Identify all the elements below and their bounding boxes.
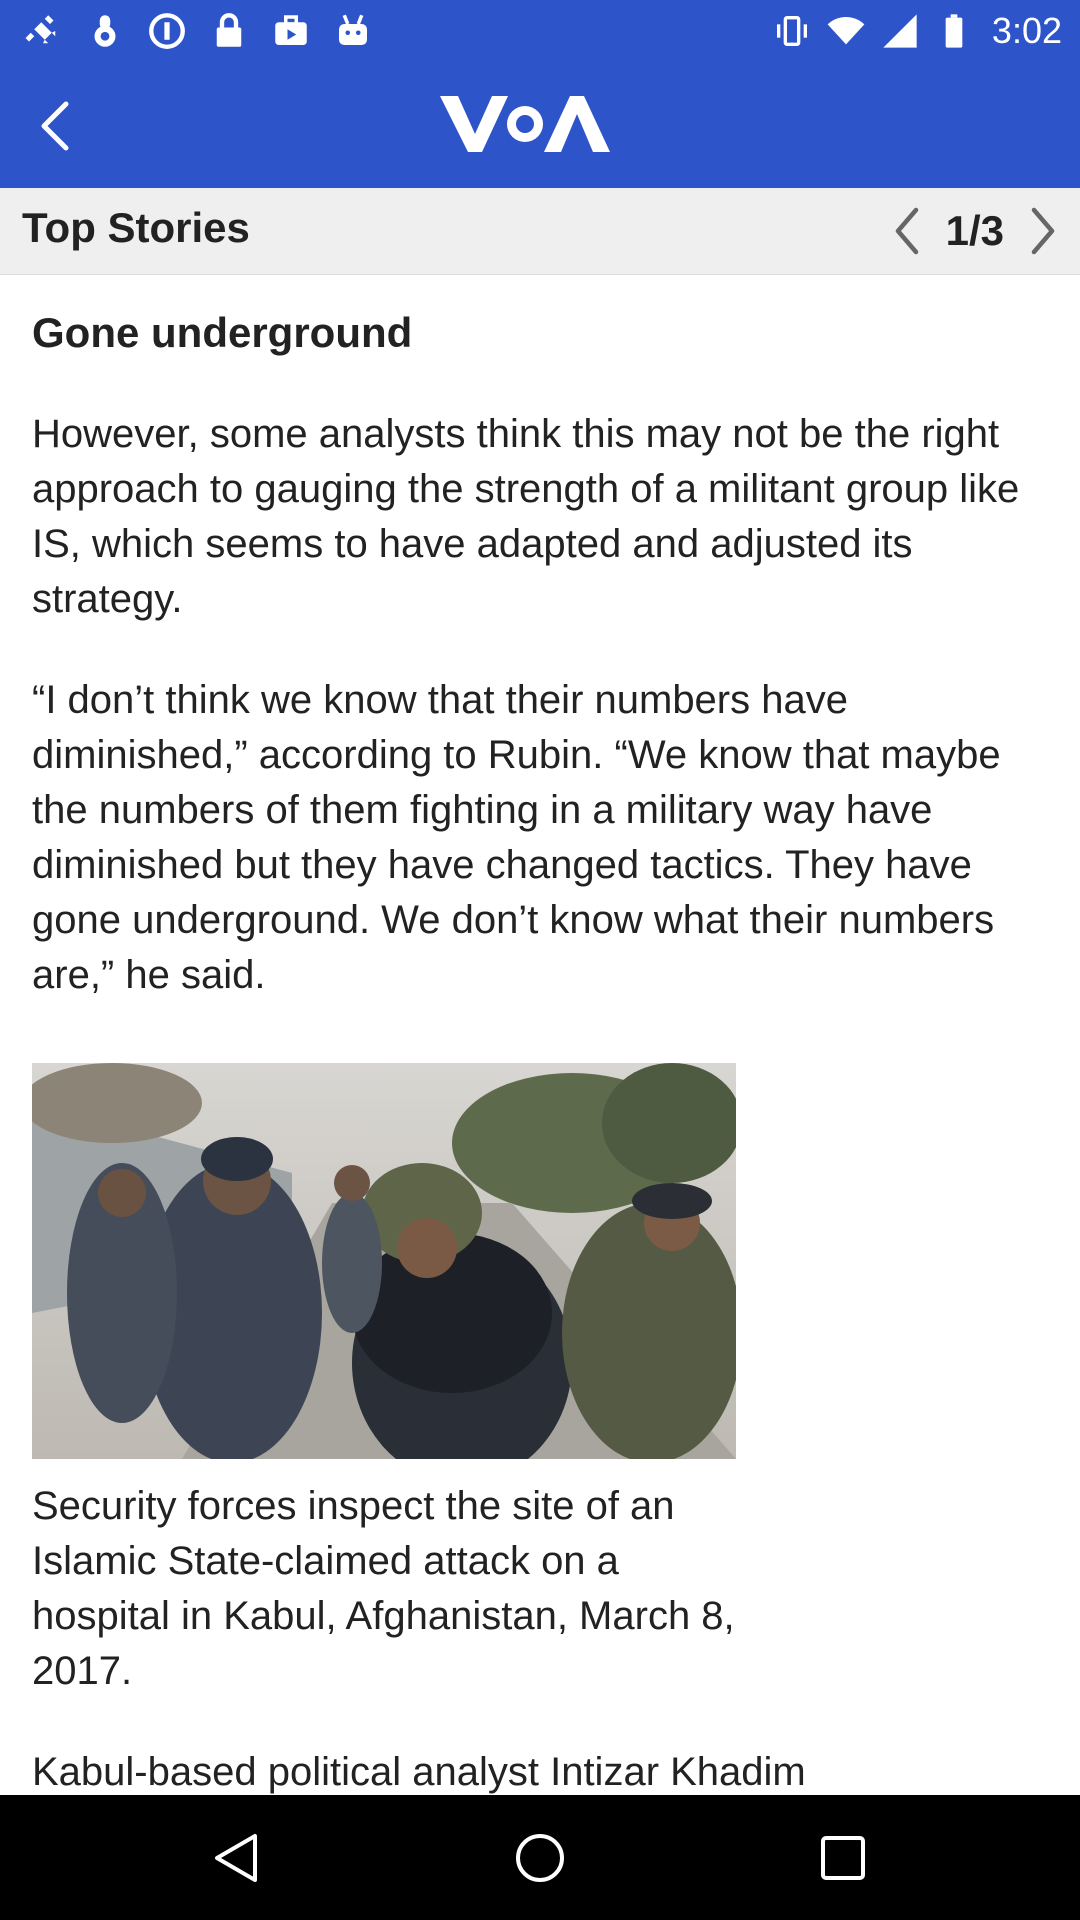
voa-logo [440, 96, 610, 152]
article-content: Gone underground However, some analysts … [32, 305, 1052, 1795]
android-icon [339, 14, 367, 45]
lock-icon [216, 13, 242, 47]
nav-back-button[interactable] [204, 1825, 270, 1891]
next-story-button[interactable] [1016, 200, 1070, 262]
back-button[interactable] [14, 86, 94, 166]
wifi-icon [827, 17, 865, 45]
vibrate-icon [776, 16, 807, 46]
status-bar: 3:02 [0, 0, 1080, 62]
briefcase-icon [275, 15, 307, 45]
article-body[interactable]: Gone underground However, some analysts … [0, 275, 1080, 1795]
battery-icon [945, 14, 963, 48]
chevron-right-icon [1031, 207, 1055, 255]
article-photo[interactable] [32, 1063, 736, 1459]
article-headline: Gone underground [32, 309, 413, 356]
status-time: 3:02 [991, 10, 1062, 51]
article-paragraph: Kabul-based political analyst Intizar Kh… [32, 1750, 806, 1794]
back-arrow-icon [41, 101, 69, 151]
satellite-icon [25, 15, 56, 44]
signal-icon [883, 14, 917, 48]
section-title: Top Stories [22, 204, 250, 251]
back-triangle-icon [215, 1834, 257, 1882]
app-bar [0, 62, 1080, 188]
pager: 1/3 [880, 200, 1070, 262]
article-paragraph: “I don’t think we know that their number… [32, 678, 1001, 997]
article-paragraph: However, some analysts think this may no… [32, 412, 1020, 621]
nav-home-button[interactable] [507, 1825, 573, 1891]
home-circle-icon [516, 1834, 564, 1882]
status-right: 3:02 [772, 8, 1062, 54]
nav-recents-button[interactable] [810, 1825, 876, 1891]
chevron-left-icon [895, 207, 918, 255]
section-bar: Top Stories 1/3 [0, 188, 1080, 275]
photo-caption: Security forces inspect the site of an I… [32, 1484, 735, 1693]
status-icons [22, 10, 374, 52]
info-icon [149, 13, 185, 49]
system-nav-bar [0, 1795, 1080, 1920]
previous-story-button[interactable] [880, 200, 934, 262]
recents-square-icon [821, 1836, 865, 1880]
notification-icon [94, 15, 116, 47]
pager-count: 1/3 [945, 207, 1004, 254]
